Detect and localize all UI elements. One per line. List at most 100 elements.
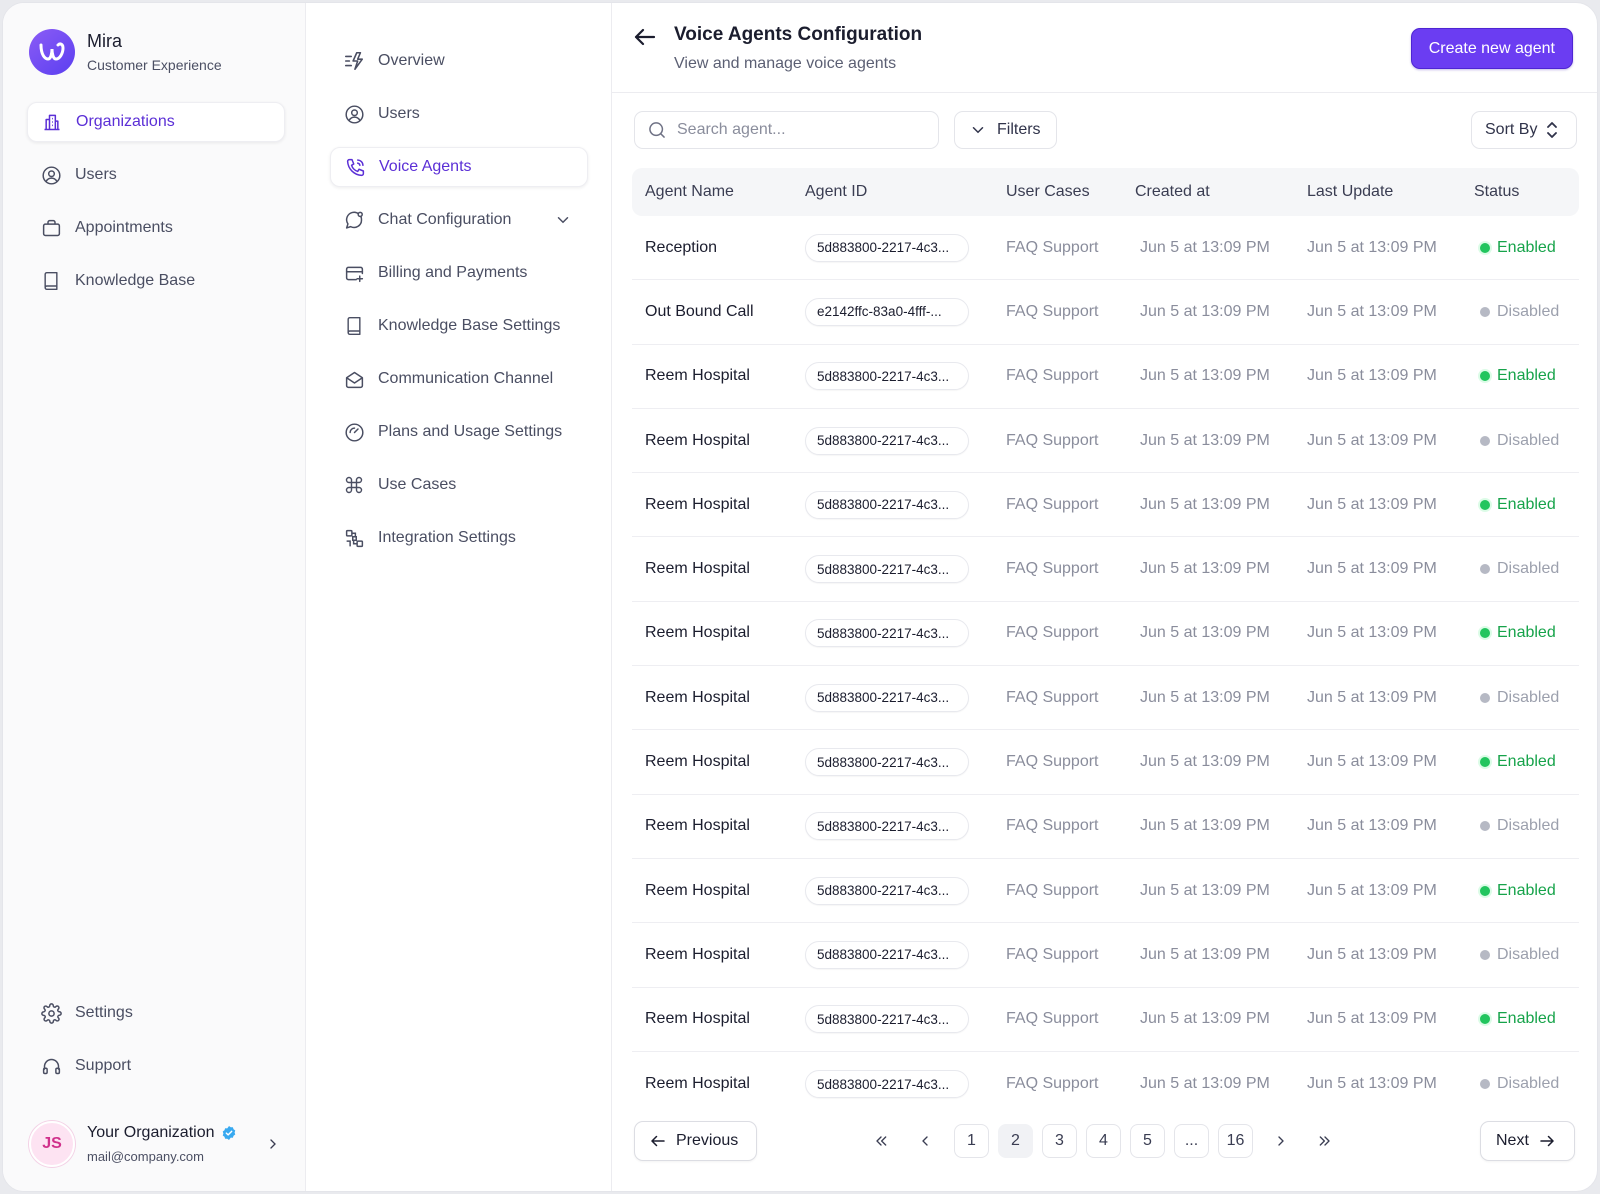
agent-id-chip[interactable]: 5d883800-2217-4c3... [805, 683, 969, 712]
page-number[interactable]: 5 [1130, 1124, 1165, 1158]
sidebar-item-organizations[interactable]: Organizations [27, 102, 285, 142]
table-row[interactable]: Reem Hospital 5d883800-2217-4c3... FAQ Sup… [632, 537, 1579, 602]
created-at: Jun 5 at 13:09 PM [1140, 302, 1270, 320]
integration-icon [343, 527, 365, 549]
back-arrow-icon[interactable] [632, 25, 658, 54]
agent-id-chip[interactable]: 5d883800-2217-4c3... [805, 940, 969, 969]
agent-id-chip[interactable]: 5d883800-2217-4c3... [805, 555, 969, 584]
search-box[interactable] [634, 111, 939, 149]
table-row[interactable]: Reem Hospital 5d883800-2217-4c3... FAQ Sup… [632, 988, 1579, 1052]
column-header-user-cases[interactable]: User Cases [1006, 183, 1090, 201]
status-badge: Disabled [1480, 560, 1559, 578]
subnav-item-plans-usage[interactable]: Plans and Usage Settings [330, 412, 588, 452]
status-label: Disabled [1497, 817, 1560, 835]
agent-name: Reem Hospital [645, 688, 750, 706]
created-at: Jun 5 at 13:09 PM [1140, 367, 1270, 385]
column-header-agent-id[interactable]: Agent ID [805, 183, 867, 201]
chevron-right-icon[interactable] [265, 1136, 281, 1152]
sidebar-item-settings[interactable]: Settings [27, 993, 285, 1033]
table-row[interactable]: Reem Hospital 5d883800-2217-4c3... FAQ Sup… [632, 795, 1579, 859]
agent-name: Reem Hospital [645, 1010, 750, 1028]
agent-id-chip[interactable]: 5d883800-2217-4c3... [805, 362, 969, 391]
agent-id-chip[interactable]: 5d883800-2217-4c3... [805, 748, 969, 777]
table-row[interactable]: Reem Hospital 5d883800-2217-4c3... FAQ Sup… [632, 923, 1579, 988]
table-row[interactable]: Reem Hospital 5d883800-2217-4c3... FAQ Sup… [632, 1052, 1579, 1116]
agent-id-chip[interactable]: 5d883800-2217-4c3... [805, 426, 969, 455]
user-card[interactable]: JS Your Organization mail@company.com [29, 1121, 281, 1167]
status-badge: Disabled [1480, 1075, 1559, 1093]
subnav-item-voice-agents[interactable]: Voice Agents [330, 147, 588, 187]
table-row[interactable]: Out Bound Call e2142ffc-83a0-4fff-... FAQ … [632, 280, 1579, 345]
filters-button[interactable]: Filters [954, 111, 1057, 149]
create-agent-button[interactable]: Create new agent [1410, 28, 1573, 69]
chevron-down-icon[interactable] [554, 211, 572, 234]
agent-id-chip[interactable]: e2142ffc-83a0-4fff-... [805, 297, 969, 326]
sidebar-item-support[interactable]: Support [27, 1046, 285, 1086]
created-at: Jun 5 at 13:09 PM [1140, 1075, 1270, 1092]
previous-button[interactable]: Previous [634, 1121, 757, 1161]
status-label: Disabled [1497, 1075, 1560, 1092]
subnav-item-knowledge-base-settings[interactable]: Knowledge Base Settings [330, 306, 588, 346]
next-button[interactable]: Next [1480, 1121, 1575, 1161]
table-row[interactable]: Reem Hospital 5d883800-2217-4c3... FAQ Sup… [632, 345, 1579, 409]
book-icon [343, 315, 365, 337]
table-row[interactable]: Reem Hospital 5d883800-2217-4c3... FAQ Sup… [632, 409, 1579, 474]
subnav-item-integration-settings[interactable]: Integration Settings [330, 518, 588, 558]
agent-id-chip[interactable]: 5d883800-2217-4c3... [805, 812, 969, 841]
phone-icon [344, 156, 366, 178]
column-header-agent-name[interactable]: Agent Name [645, 183, 734, 201]
subnav-item-users[interactable]: Users [330, 94, 588, 134]
table-row[interactable]: Reem Hospital 5d883800-2217-4c3... FAQ Sup… [632, 859, 1579, 924]
created-at: Jun 5 at 13:09 PM [1140, 753, 1270, 771]
sidebar-item-appointments[interactable]: Appointments [27, 208, 285, 248]
sort-by-button[interactable]: Sort By [1471, 111, 1577, 149]
agent-id-chip[interactable]: 5d883800-2217-4c3... [805, 490, 969, 519]
column-header-created-at[interactable]: Created at [1135, 183, 1210, 201]
status-label: Enabled [1497, 238, 1556, 256]
page-number[interactable]: 16 [1218, 1124, 1253, 1158]
status-dot-icon [1480, 242, 1490, 253]
search-input[interactable] [677, 121, 917, 139]
column-header-status[interactable]: Status [1474, 183, 1519, 201]
filters-label: Filters [997, 121, 1041, 138]
subnav-item-use-cases[interactable]: Use Cases [330, 465, 588, 505]
table-row[interactable]: Reem Hospital 5d883800-2217-4c3... FAQ Sup… [632, 602, 1579, 667]
agent-id-chip[interactable]: 5d883800-2217-4c3... [805, 876, 969, 905]
agent-id-chip[interactable]: 5d883800-2217-4c3... [805, 233, 969, 262]
subnav-item-label: Chat Configuration [378, 211, 512, 228]
page-number[interactable]: 1 [954, 1124, 989, 1158]
agent-id: e2142ffc-83a0-4fff-... [817, 304, 942, 320]
previous-page-icon[interactable] [910, 1124, 940, 1158]
table-row[interactable]: Reem Hospital 5d883800-2217-4c3... FAQ Sup… [632, 473, 1579, 538]
page-number[interactable]: 3 [1042, 1124, 1077, 1158]
status-dot-icon [1480, 306, 1490, 317]
status-dot-icon [1480, 628, 1490, 639]
last-page-icon[interactable] [1310, 1124, 1340, 1158]
page-number[interactable]: 4 [1086, 1124, 1121, 1158]
page-number-current[interactable]: 2 [998, 1124, 1033, 1158]
column-header-last-update[interactable]: Last Update [1307, 183, 1393, 201]
subnav-item-communication-channel[interactable]: Communication Channel [330, 359, 588, 399]
subnav-item-billing[interactable]: Billing and Payments [330, 253, 588, 293]
agent-id-chip[interactable]: 5d883800-2217-4c3... [805, 1005, 969, 1034]
agent-id-chip[interactable]: 5d883800-2217-4c3... [805, 619, 969, 648]
use-case: FAQ Support [1006, 1075, 1099, 1092]
subnav-item-overview[interactable]: Overview [330, 41, 588, 81]
user-circle-icon [343, 103, 365, 125]
sidebar-item-knowledge-base[interactable]: Knowledge Base [27, 261, 285, 301]
sidebar-item-users[interactable]: Users [27, 155, 285, 195]
subnav-item-chat-configuration[interactable]: Chat Configuration [330, 200, 588, 240]
agent-id: 5d883800-2217-4c3... [817, 368, 950, 384]
page-title: Voice Agents Configuration [674, 24, 923, 45]
building-icon [41, 111, 63, 133]
table-row[interactable]: Reception 5d883800-2217-4c3... FAQ Support… [632, 216, 1579, 281]
agent-name: Out Bound Call [645, 302, 754, 320]
first-page-icon[interactable] [866, 1124, 896, 1158]
next-page-icon[interactable] [1266, 1124, 1296, 1158]
table-row[interactable]: Reem Hospital 5d883800-2217-4c3... FAQ Sup… [632, 730, 1579, 795]
agent-id-chip[interactable]: 5d883800-2217-4c3... [805, 1070, 969, 1098]
status-label: Enabled [1497, 1010, 1556, 1028]
table-row[interactable]: Reem Hospital 5d883800-2217-4c3... FAQ Sup… [632, 666, 1579, 731]
previous-label: Previous [676, 1132, 739, 1149]
subnav-item-label: Use Cases [378, 476, 457, 493]
